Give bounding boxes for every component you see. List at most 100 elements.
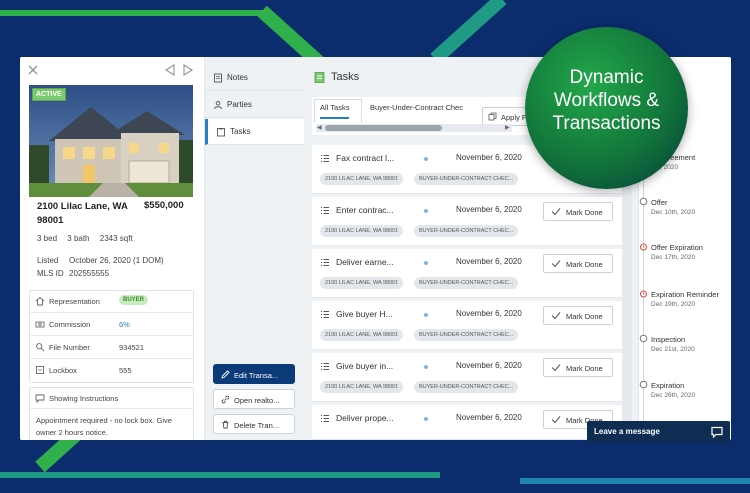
- checkmark-icon: [551, 416, 561, 424]
- bg-stripe-green-top: [0, 10, 270, 16]
- trash-icon: [222, 420, 229, 429]
- task-date: November 6, 2020: [456, 153, 522, 162]
- triangle-left-icon[interactable]: [164, 63, 176, 77]
- link-icon: [221, 395, 230, 404]
- tasks-title: Tasks: [331, 71, 360, 83]
- mark-done-button[interactable]: Mark Done: [543, 202, 613, 221]
- task-name[interactable]: Give buyer H...: [336, 309, 393, 319]
- chat-icon: [711, 426, 723, 438]
- copy-icon: [488, 112, 497, 121]
- triangle-right-icon[interactable]: [182, 63, 194, 77]
- task-name[interactable]: Give buyer in...: [336, 361, 393, 371]
- checkmark-icon: [551, 208, 561, 216]
- house-photo: [29, 85, 193, 197]
- status-badge: ACTIVE: [32, 88, 66, 101]
- sidenav-label-notes: Notes: [227, 73, 248, 82]
- delete-transaction-button[interactable]: Delete Tran...: [213, 414, 295, 434]
- pencil-icon: [221, 370, 230, 379]
- mark-done-button[interactable]: Mark Done: [543, 358, 613, 377]
- task-name[interactable]: Fax contract l...: [336, 153, 394, 163]
- mark-done-label: Mark Done: [566, 208, 603, 217]
- lockbox-icon: [36, 366, 44, 374]
- listing-specs: 3 bed 3 bath 2343 sqft: [37, 234, 141, 243]
- circle-marker-icon: [639, 380, 648, 389]
- task-row[interactable]: Give buyer H... November 6, 2020 Mark Do…: [312, 301, 622, 350]
- task-name[interactable]: Deliver prope...: [336, 413, 394, 423]
- showing-instructions-body: Appointment required - no lock box. Give…: [36, 416, 172, 437]
- transaction-sidenav: Notes Parties Tasks Edit Transa... Open …: [204, 57, 304, 440]
- close-icon[interactable]: [26, 63, 40, 77]
- mls-label: MLS ID: [37, 269, 64, 278]
- list-icon: [321, 415, 329, 422]
- tab-buyer-under-contract[interactable]: Buyer-Under-Contract Chec: [370, 103, 463, 117]
- task-row[interactable]: Give buyer in... November 6, 2020 Mark D…: [312, 353, 622, 402]
- leave-message-widget[interactable]: Leave a message: [587, 421, 730, 443]
- task-date: November 6, 2020: [456, 309, 522, 318]
- listing-price: $550,000: [144, 200, 184, 211]
- lockbox-label: Lockbox: [49, 366, 77, 375]
- task-name[interactable]: Enter contrac...: [336, 205, 394, 215]
- open-realtor-label: Open realto...: [234, 396, 280, 405]
- transaction-info-card: Representation BUYER Commission 6% File …: [29, 290, 194, 383]
- task-tag-checklist: BUYER-UNDER-CONTRACT CHEC...: [414, 381, 519, 393]
- task-tag-address: 2100 LILAC LANE, WA 98001: [320, 329, 404, 341]
- scroll-left-arrow-icon[interactable]: ◀: [317, 124, 322, 131]
- mark-done-button[interactable]: Mark Done: [543, 254, 613, 273]
- task-date: November 6, 2020: [456, 205, 522, 214]
- bg-stripe-teal: [430, 0, 507, 65]
- tab-all-tasks[interactable]: All Tasks: [320, 103, 350, 119]
- representation-label: Representation: [49, 297, 100, 306]
- open-realtor-button[interactable]: Open realto...: [213, 389, 295, 409]
- timeline-item-date: Dec 10th, 2020: [651, 209, 696, 216]
- checklist-icon: [314, 72, 325, 83]
- task-date: November 6, 2020: [456, 257, 522, 266]
- timeline-item-name: Inspection: [651, 335, 686, 344]
- task-row[interactable]: Enter contrac... November 6, 2020 Mark D…: [312, 197, 622, 246]
- timeline-item-date: Dec 19th, 2020: [651, 301, 696, 308]
- bg-stripe-bottom-right: [520, 478, 750, 484]
- promo-badge: Dynamic Workflows & Transactions: [525, 27, 688, 189]
- task-date: November 6, 2020: [456, 361, 522, 370]
- listing-panel: ACTIVE 2100 Lilac Lane, WA 98001 $550,00…: [20, 57, 204, 440]
- listed-label: Listed: [37, 256, 59, 265]
- timeline-item-date: Dec 21st, 2020: [651, 346, 695, 353]
- search-file-icon: [36, 343, 45, 352]
- delete-transaction-label: Delete Tran...: [234, 421, 280, 430]
- sidenav-label-tasks: Tasks: [230, 127, 251, 136]
- listing-address: 2100 Lilac Lane, WA 98001: [37, 201, 128, 226]
- edit-transaction-button[interactable]: Edit Transa...: [213, 364, 295, 384]
- promo-line-3: Transactions: [552, 113, 661, 134]
- scroll-right-arrow-icon[interactable]: ▶: [505, 124, 510, 131]
- note-icon: [214, 73, 222, 83]
- mls-value: 202555555: [69, 269, 110, 278]
- commission-label: Commission: [49, 320, 91, 329]
- commission-value[interactable]: 6%: [119, 320, 130, 329]
- sidenav-item-parties[interactable]: Parties: [205, 92, 304, 118]
- task-status-dot: [424, 209, 428, 213]
- timeline-item-name: Expiration: [651, 381, 685, 390]
- task-name[interactable]: Deliver earne...: [336, 257, 394, 267]
- timeline-item-name: Offer Expiration: [651, 243, 703, 252]
- file-number-value: 934521: [119, 343, 145, 352]
- task-tag-checklist: BUYER-UNDER-CONTRACT CHEC...: [414, 329, 519, 341]
- task-tag-address: 2100 LILAC LANE, WA 98001: [320, 225, 404, 237]
- tabs-horizontal-scrollbar[interactable]: ◀ ▶: [316, 124, 512, 132]
- mark-done-button[interactable]: Mark Done: [543, 306, 613, 325]
- list-icon: [321, 311, 329, 318]
- sidenav-item-notes[interactable]: Notes: [205, 65, 304, 91]
- timeline-item-date: Dec 26th, 2020: [651, 392, 696, 399]
- promo-line-1: Dynamic: [569, 67, 644, 88]
- task-row[interactable]: Deliver prope... November 6, 2020 Mark D…: [312, 405, 622, 440]
- lockbox-value: 555: [119, 366, 132, 375]
- sidenav-item-tasks[interactable]: Tasks: [205, 119, 304, 145]
- showing-instructions-card: Showing Instructions Appointment require…: [29, 387, 194, 440]
- circle-marker-icon: [639, 334, 648, 343]
- timeline-item-date: Dec 17th, 2020: [651, 254, 696, 261]
- promo-text: Dynamic Workflows & Transactions: [525, 66, 688, 135]
- scrollbar-thumb[interactable]: [325, 125, 442, 131]
- apply-filter-label: Apply F: [501, 113, 527, 122]
- home-icon: [35, 296, 45, 306]
- task-tag-address: 2100 LILAC LANE, WA 98001: [320, 381, 404, 393]
- list-icon: [321, 155, 329, 162]
- task-row[interactable]: Deliver earne... November 6, 2020 Mark D…: [312, 249, 622, 298]
